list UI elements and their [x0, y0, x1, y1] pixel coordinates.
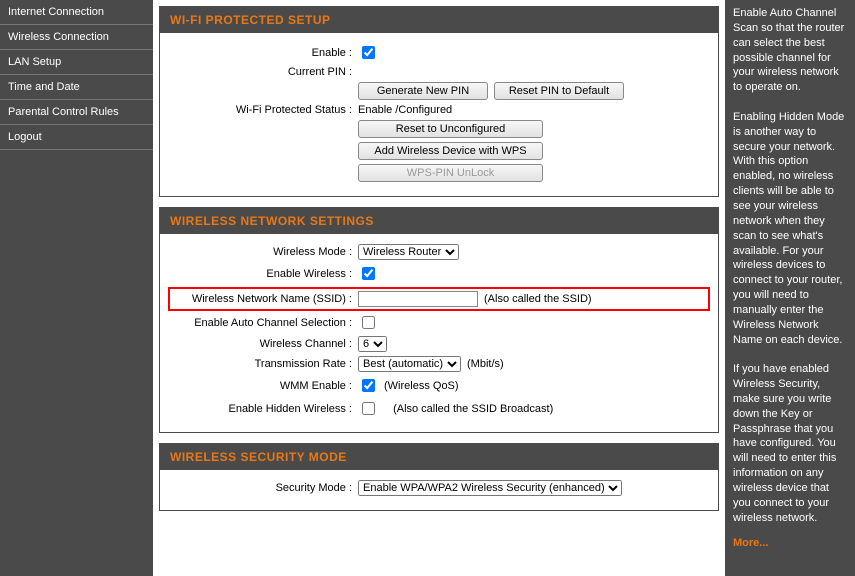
wps-status-value: Enable /Configured [358, 104, 452, 116]
nav-wireless-connection[interactable]: Wireless Connection [0, 25, 153, 50]
wmm-note: (Wireless QoS) [384, 380, 459, 392]
add-wireless-device-button[interactable]: Add Wireless Device with WPS [358, 142, 543, 160]
transmission-rate-label: Transmission Rate : [168, 358, 358, 370]
help-paragraph-1: Enable Auto Channel Scan so that the rou… [733, 6, 847, 95]
auto-channel-label: Enable Auto Channel Selection : [168, 317, 358, 329]
help-sidebar: Enable Auto Channel Scan so that the rou… [725, 0, 855, 576]
enable-wireless-checkbox[interactable] [362, 267, 375, 280]
nav-lan-setup[interactable]: LAN Setup [0, 50, 153, 75]
ssid-highlight-row: Wireless Network Name (SSID) : (Also cal… [168, 287, 710, 311]
wmm-enable-label: WMM Enable : [168, 380, 358, 392]
panel-wps-title: WI-FI PROTECTED SETUP [160, 7, 718, 33]
panel-wireless-title: WIRELESS NETWORK SETTINGS [160, 208, 718, 234]
wireless-channel-label: Wireless Channel : [168, 338, 358, 350]
wireless-mode-label: Wireless Mode : [168, 246, 358, 258]
panel-security-title: WIRELESS SECURITY MODE [160, 444, 718, 470]
hidden-wireless-label: Enable Hidden Wireless : [168, 403, 358, 415]
main-content: WI-FI PROTECTED SETUP Enable : Current P… [153, 0, 725, 576]
panel-security: WIRELESS SECURITY MODE Security Mode : E… [159, 443, 719, 511]
reset-pin-default-button[interactable]: Reset PIN to Default [494, 82, 624, 100]
security-mode-select[interactable]: Enable WPA/WPA2 Wireless Security (enhan… [358, 480, 622, 496]
nav-time-date[interactable]: Time and Date [0, 75, 153, 100]
hidden-wireless-note: (Also called the SSID Broadcast) [393, 403, 553, 415]
sidebar-nav: Internet Connection Wireless Connection … [0, 0, 153, 576]
wireless-mode-select[interactable]: Wireless Router [358, 244, 459, 260]
wps-current-pin-label: Current PIN : [168, 66, 358, 78]
wps-enable-checkbox[interactable] [362, 46, 375, 59]
enable-wireless-label: Enable Wireless : [168, 268, 358, 280]
ssid-label: Wireless Network Name (SSID) : [170, 293, 358, 305]
security-mode-label: Security Mode : [168, 482, 358, 494]
generate-pin-button[interactable]: Generate New PIN [358, 82, 488, 100]
transmission-rate-select[interactable]: Best (automatic) [358, 356, 461, 372]
reset-unconfigured-button[interactable]: Reset to Unconfigured [358, 120, 543, 138]
rate-unit: (Mbit/s) [467, 358, 504, 370]
wps-status-label: Wi-Fi Protected Status : [168, 104, 358, 116]
wireless-channel-select[interactable]: 6 [358, 336, 387, 352]
panel-wireless: WIRELESS NETWORK SETTINGS Wireless Mode … [159, 207, 719, 433]
help-paragraph-3: If you have enabled Wireless Security, m… [733, 362, 847, 525]
help-paragraph-2: Enabling Hidden Mode is another way to s… [733, 110, 847, 348]
wps-enable-label: Enable : [168, 47, 358, 59]
ssid-input[interactable] [358, 291, 478, 307]
hidden-wireless-checkbox[interactable] [362, 402, 375, 415]
auto-channel-checkbox[interactable] [362, 316, 375, 329]
nav-logout[interactable]: Logout [0, 125, 153, 150]
panel-wps: WI-FI PROTECTED SETUP Enable : Current P… [159, 6, 719, 197]
wps-pin-unlock-button: WPS-PIN UnLock [358, 164, 543, 182]
ssid-note: (Also called the SSID) [484, 293, 592, 305]
help-more-link[interactable]: More... [733, 536, 847, 551]
wmm-enable-checkbox[interactable] [362, 379, 375, 392]
nav-internet-connection[interactable]: Internet Connection [0, 0, 153, 25]
nav-parental-control[interactable]: Parental Control Rules [0, 100, 153, 125]
